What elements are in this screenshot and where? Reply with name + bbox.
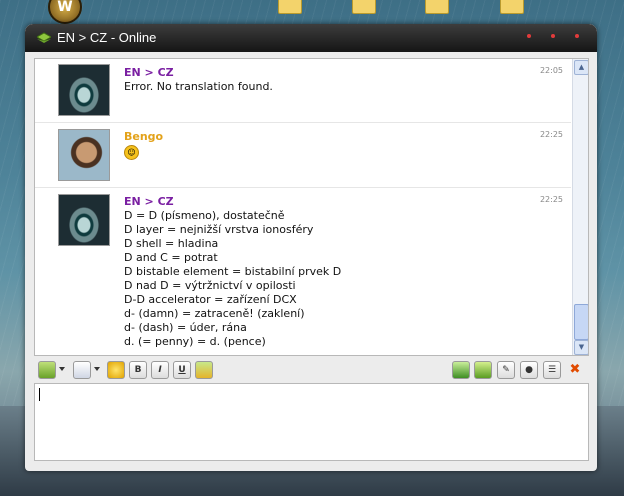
message-text: d- (damn) = zatraceně! (zaklení) xyxy=(124,307,305,320)
send-file-icon[interactable] xyxy=(474,361,492,379)
card-icon[interactable] xyxy=(73,361,91,379)
message-scrollbar[interactable]: ▲ ▼ xyxy=(572,59,588,355)
chevron-down-icon[interactable] xyxy=(59,367,65,371)
close-icon[interactable]: ✖ xyxy=(566,361,584,379)
message-history[interactable]: EN > CZ 22:05 Error. No translation foun… xyxy=(34,58,589,356)
photo-icon[interactable] xyxy=(452,361,470,379)
contact-icon[interactable] xyxy=(38,361,56,379)
title-bar[interactable]: EN > CZ - Online xyxy=(25,24,597,52)
folder-icon[interactable] xyxy=(500,0,524,14)
message-item: EN > CZ 22:25 D = D (písmeno), dostatečn… xyxy=(35,188,571,355)
message-text: D and C = potrat xyxy=(124,251,218,264)
message-timestamp: 22:05 xyxy=(539,66,563,75)
folder-icon[interactable] xyxy=(352,0,376,14)
eye-avatar xyxy=(58,194,110,246)
message-text: D layer = nejnižší vrstva ionosféry xyxy=(124,223,314,236)
chat-bubble-icon[interactable]: ● xyxy=(520,361,538,379)
message-text: D = D (písmeno), dostatečně xyxy=(124,209,285,222)
scroll-thumb[interactable] xyxy=(574,304,588,340)
message-item: EN > CZ 22:05 Error. No translation foun… xyxy=(35,59,571,123)
list-icon[interactable]: ☰ xyxy=(543,361,561,379)
text-caret xyxy=(39,388,40,401)
laughing-emoji-icon: ☺ xyxy=(124,145,139,160)
message-text: Error. No translation found. xyxy=(124,80,273,93)
message-timestamp: 22:25 xyxy=(539,130,563,139)
message-sender: EN > CZ xyxy=(124,195,174,208)
chat-app-icon xyxy=(37,32,51,43)
message-text: d. (= penny) = d. (pence) xyxy=(124,335,266,348)
italic-icon[interactable]: I xyxy=(151,361,169,379)
bold-icon[interactable]: B xyxy=(129,361,147,379)
scroll-up-button[interactable]: ▲ xyxy=(574,60,588,75)
underline-icon[interactable]: U xyxy=(173,361,191,379)
folder-icon[interactable] xyxy=(278,0,302,14)
message-text: D-D accelerator = zařízení DCX xyxy=(124,293,297,306)
folder-icon[interactable] xyxy=(425,0,449,14)
message-input[interactable] xyxy=(34,383,589,461)
maximize-button[interactable] xyxy=(551,34,555,38)
window-title: EN > CZ - Online xyxy=(57,30,157,45)
chat-window: EN > CZ - Online EN > CZ 22:05 Error. No… xyxy=(25,24,597,471)
message-item: Bengo 22:25 ☺ xyxy=(35,123,571,188)
message-text: d- (dash) = úder, rána xyxy=(124,321,247,334)
nudge-icon[interactable] xyxy=(195,361,213,379)
chevron-down-icon[interactable] xyxy=(94,367,100,371)
message-sender: Bengo xyxy=(124,130,164,143)
format-toolbar: B I U ✎ ● ☰ ✖ xyxy=(34,358,589,382)
edit-icon[interactable]: ✎ xyxy=(497,361,515,379)
emoticon-icon[interactable] xyxy=(107,361,125,379)
message-sender: EN > CZ xyxy=(124,66,174,79)
person-avatar xyxy=(58,129,110,181)
close-window-button[interactable] xyxy=(575,34,579,38)
message-timestamp: 22:25 xyxy=(539,195,563,204)
eye-avatar xyxy=(58,64,110,116)
message-text: D bistable element = bistabilní prvek D xyxy=(124,265,342,278)
minimize-button[interactable] xyxy=(527,34,531,38)
message-text: D nad D = výtržnictví v opilosti xyxy=(124,279,296,292)
message-text: D shell = hladina xyxy=(124,237,219,250)
scroll-down-button[interactable]: ▼ xyxy=(574,340,588,355)
